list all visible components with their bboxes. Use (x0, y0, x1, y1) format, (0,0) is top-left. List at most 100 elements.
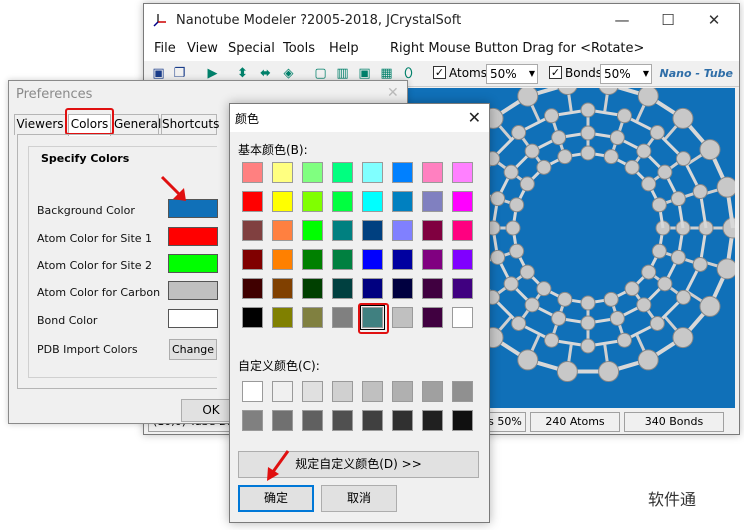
custom-color-swatch[interactable] (362, 381, 383, 402)
basic-color-swatch[interactable] (242, 162, 263, 183)
basic-color-swatch[interactable] (452, 162, 473, 183)
basic-color-swatch[interactable] (452, 307, 473, 328)
custom-color-swatch[interactable] (272, 410, 293, 431)
basic-color-swatch[interactable] (332, 191, 353, 212)
bonds-label: Bonds (565, 66, 603, 80)
tab-shortcuts[interactable]: Shortcuts (161, 114, 219, 135)
define-custom-colors-button[interactable]: 规定自定义颜色(D) >> (238, 451, 479, 478)
basic-color-swatch[interactable] (302, 162, 323, 183)
color-cancel-button[interactable]: 取消 (321, 485, 397, 512)
basic-color-swatch[interactable] (392, 249, 413, 270)
basic-color-swatch[interactable] (242, 191, 263, 212)
tab-general[interactable]: General (113, 114, 161, 135)
basic-color-swatch[interactable] (332, 307, 353, 328)
basic-color-swatch[interactable] (272, 162, 293, 183)
basic-color-swatch[interactable] (452, 220, 473, 241)
tab-colors[interactable]: Colors (68, 114, 111, 136)
atom (624, 281, 640, 297)
atom-carbon-swatch[interactable] (168, 281, 218, 300)
preferences-close-icon[interactable]: ✕ (387, 85, 399, 101)
basic-color-swatch[interactable] (272, 220, 293, 241)
basic-color-swatch[interactable] (452, 278, 473, 299)
basic-color-swatch[interactable] (362, 278, 383, 299)
bonds-size-select[interactable]: 50% ▼ (600, 64, 652, 84)
minimize-button[interactable]: — (610, 10, 634, 30)
custom-color-swatch[interactable] (242, 381, 263, 402)
basic-color-swatch[interactable] (242, 220, 263, 241)
atom-site2-label: Atom Color for Site 2 (37, 259, 153, 272)
basic-color-swatch[interactable] (392, 307, 413, 328)
color-ok-button[interactable]: 确定 (238, 485, 314, 512)
basic-color-swatch[interactable] (242, 249, 263, 270)
basic-color-swatch[interactable] (362, 191, 383, 212)
atom (580, 295, 596, 311)
basic-color-swatch[interactable] (392, 220, 413, 241)
close-button[interactable]: ✕ (702, 10, 726, 30)
custom-color-swatch[interactable] (362, 410, 383, 431)
basic-color-swatch[interactable] (272, 307, 293, 328)
menu-help[interactable]: Help (329, 41, 359, 56)
basic-color-swatch[interactable] (332, 278, 353, 299)
basic-color-swatch[interactable] (302, 220, 323, 241)
atoms-checkbox[interactable]: ✓ (433, 66, 446, 79)
custom-color-swatch[interactable] (302, 410, 323, 431)
menu-view[interactable]: View (187, 41, 218, 56)
basic-color-swatch[interactable] (272, 278, 293, 299)
atom-site2-swatch[interactable] (168, 254, 218, 273)
basic-color-swatch[interactable] (332, 162, 353, 183)
custom-color-swatch[interactable] (452, 410, 473, 431)
basic-color-swatch[interactable] (302, 191, 323, 212)
basic-color-swatch[interactable] (422, 162, 443, 183)
basic-color-swatch[interactable] (422, 191, 443, 212)
atom (637, 349, 659, 371)
atom (699, 295, 721, 317)
basic-color-swatch[interactable] (422, 220, 443, 241)
basic-color-swatch[interactable] (392, 162, 413, 183)
maximize-button[interactable]: ☐ (656, 10, 680, 30)
basic-color-swatch[interactable] (452, 249, 473, 270)
basic-color-swatch[interactable] (302, 307, 323, 328)
basic-color-swatch[interactable] (302, 278, 323, 299)
basic-color-swatch[interactable] (392, 191, 413, 212)
basic-color-swatch[interactable] (272, 249, 293, 270)
basic-color-swatch[interactable] (272, 191, 293, 212)
basic-color-swatch[interactable] (242, 278, 263, 299)
atoms-size-select[interactable]: 50% ▼ (486, 64, 538, 84)
basic-color-swatch[interactable] (452, 191, 473, 212)
basic-color-swatch[interactable] (362, 220, 383, 241)
custom-color-swatch[interactable] (332, 410, 353, 431)
bonds-checkbox[interactable]: ✓ (549, 66, 562, 79)
custom-color-swatch[interactable] (392, 410, 413, 431)
brand-label: Nano - Tube (659, 67, 734, 80)
basic-color-swatch[interactable] (242, 307, 263, 328)
custom-color-swatch[interactable] (302, 381, 323, 402)
bond-color-swatch[interactable] (168, 309, 218, 328)
basic-color-swatch[interactable] (422, 249, 443, 270)
basic-color-swatch[interactable] (302, 249, 323, 270)
menu-file[interactable]: File (154, 41, 176, 56)
menu-special[interactable]: Special (228, 41, 275, 56)
basic-color-swatch[interactable] (332, 220, 353, 241)
basic-color-swatch[interactable] (362, 162, 383, 183)
custom-color-swatch[interactable] (392, 381, 413, 402)
custom-color-swatch[interactable] (332, 381, 353, 402)
change-button[interactable]: Change (169, 339, 217, 360)
custom-color-swatch[interactable] (272, 381, 293, 402)
atom (716, 258, 735, 280)
basic-color-swatch[interactable] (362, 249, 383, 270)
custom-color-swatch[interactable] (452, 381, 473, 402)
menu-tools[interactable]: Tools (283, 41, 315, 56)
custom-color-swatch[interactable] (422, 381, 443, 402)
basic-color-swatch[interactable] (392, 278, 413, 299)
atom (490, 191, 506, 207)
atom-site1-swatch[interactable] (168, 227, 218, 246)
basic-color-swatch[interactable] (332, 249, 353, 270)
custom-color-swatch[interactable] (242, 410, 263, 431)
background-color-swatch[interactable] (168, 199, 218, 218)
tab-viewers[interactable]: Viewers (14, 114, 66, 135)
basic-color-swatch[interactable] (422, 307, 443, 328)
close-icon[interactable]: ✕ (468, 108, 481, 127)
basic-color-swatch[interactable] (360, 305, 385, 330)
custom-color-swatch[interactable] (422, 410, 443, 431)
basic-color-swatch[interactable] (422, 278, 443, 299)
